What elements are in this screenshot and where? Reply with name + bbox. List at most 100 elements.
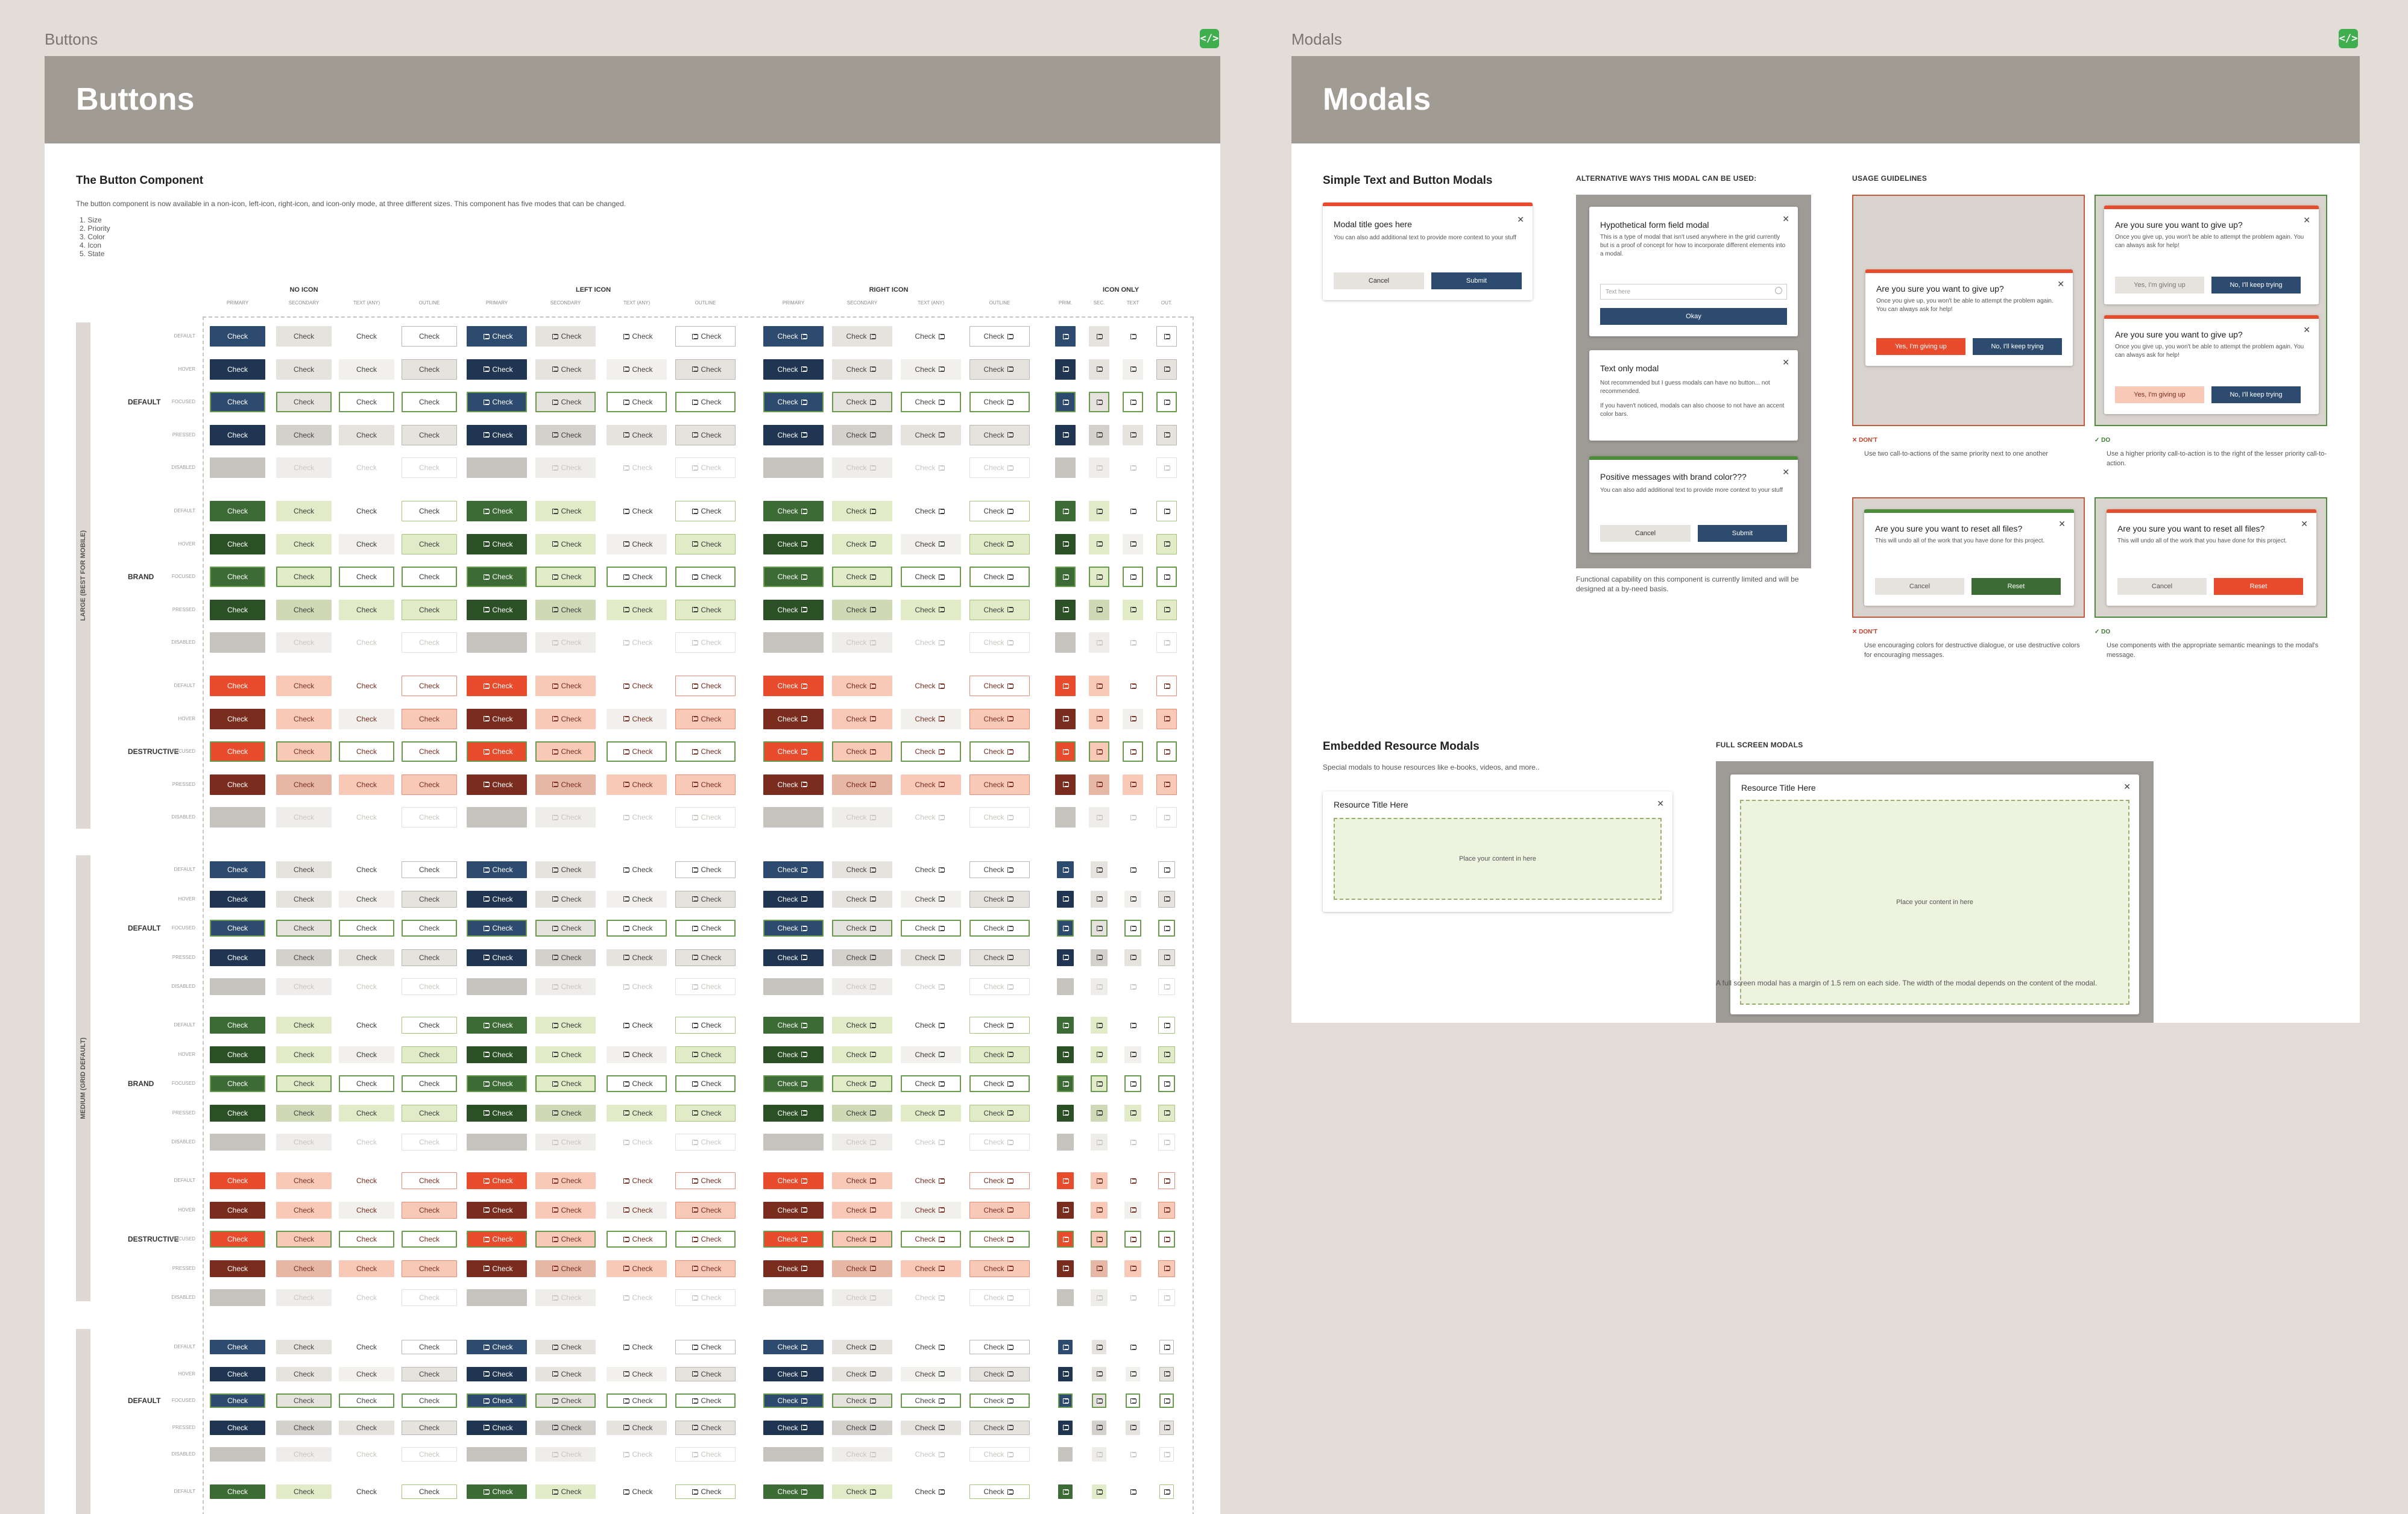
check-text-button[interactable] — [1126, 1447, 1140, 1462]
check-outline-button[interactable]: Check — [402, 978, 457, 995]
check-primary-button[interactable] — [1055, 599, 1076, 620]
check-secondary-button[interactable]: Check — [832, 1420, 892, 1435]
check-text-button[interactable]: Check — [901, 1366, 961, 1381]
check-outline-button[interactable]: Check — [969, 1017, 1030, 1034]
check-primary-button[interactable] — [1057, 1201, 1074, 1219]
close-icon[interactable]: ✕ — [1657, 799, 1664, 809]
check-outline-button[interactable]: Check — [675, 1420, 736, 1435]
check-outline-button[interactable]: Check — [402, 920, 457, 937]
check-outline-button[interactable]: Check — [969, 1134, 1030, 1151]
check-primary-button[interactable] — [1055, 567, 1076, 587]
check-primary-button[interactable]: Check — [210, 599, 265, 620]
check-secondary-button[interactable]: Check — [276, 1134, 332, 1151]
check-outline-button[interactable]: Check — [675, 1172, 736, 1189]
check-outline-button[interactable]: Check — [969, 501, 1030, 521]
check-outline-button[interactable] — [1159, 1484, 1174, 1499]
check-text-button[interactable]: Check — [607, 457, 667, 478]
check-text-button[interactable] — [1124, 978, 1141, 995]
check-primary-button[interactable]: Check — [210, 708, 265, 729]
okay-button[interactable]: Okay — [1600, 308, 1787, 325]
check-secondary-button[interactable]: Check — [832, 326, 892, 347]
close-icon[interactable]: ✕ — [2303, 325, 2310, 335]
check-primary-button[interactable]: Check — [210, 359, 265, 380]
close-icon[interactable]: ✕ — [1782, 467, 1789, 477]
check-secondary-button[interactable]: Check — [832, 949, 892, 966]
check-outline-button[interactable]: Check — [969, 533, 1030, 554]
check-primary-button[interactable]: Check — [467, 1447, 527, 1462]
check-secondary-button[interactable]: Check — [276, 457, 332, 478]
check-primary-button[interactable]: Check — [763, 501, 824, 521]
check-outline-button[interactable]: Check — [675, 920, 736, 937]
check-outline-button[interactable]: Check — [402, 1017, 457, 1034]
check-outline-button[interactable] — [1158, 949, 1175, 966]
check-outline-button[interactable]: Check — [675, 326, 736, 347]
check-text-button[interactable] — [1123, 567, 1143, 587]
check-secondary-button[interactable]: Check — [535, 1075, 596, 1092]
close-icon[interactable]: ✕ — [1782, 357, 1789, 368]
check-secondary-button[interactable]: Check — [276, 326, 332, 347]
check-secondary-button[interactable] — [1092, 1447, 1106, 1462]
check-outline-button[interactable]: Check — [969, 1484, 1030, 1499]
check-outline-button[interactable]: Check — [969, 1393, 1030, 1408]
check-text-button[interactable]: Check — [607, 676, 667, 696]
cancel-button[interactable]: Cancel — [1875, 578, 1964, 595]
check-outline-button[interactable]: Check — [675, 1340, 736, 1354]
check-outline-button[interactable] — [1156, 326, 1177, 347]
check-secondary-button[interactable] — [1089, 359, 1109, 380]
check-secondary-button[interactable]: Check — [832, 774, 892, 795]
check-primary-button[interactable]: Check — [210, 424, 265, 445]
eye-icon[interactable] — [1775, 287, 1782, 294]
check-text-button[interactable]: Check — [901, 1289, 961, 1306]
check-primary-button[interactable] — [1055, 326, 1076, 347]
check-text-button[interactable]: Check — [901, 890, 961, 908]
check-secondary-button[interactable]: Check — [276, 1046, 332, 1063]
check-text-button[interactable] — [1123, 599, 1143, 620]
check-text-button[interactable]: Check — [339, 533, 394, 554]
check-outline-button[interactable]: Check — [675, 1484, 736, 1499]
check-outline-button[interactable] — [1158, 861, 1175, 878]
check-text-button[interactable]: Check — [339, 599, 394, 620]
check-text-button[interactable]: Check — [901, 392, 961, 412]
check-text-button[interactable]: Check — [339, 920, 394, 937]
check-secondary-button[interactable]: Check — [535, 676, 596, 696]
check-text-button[interactable]: Check — [339, 1075, 394, 1092]
check-outline-button[interactable] — [1156, 807, 1177, 828]
check-outline-button[interactable]: Check — [969, 424, 1030, 445]
check-text-button[interactable]: Check — [901, 774, 961, 795]
check-outline-button[interactable]: Check — [969, 1231, 1030, 1248]
check-primary-button[interactable]: Check — [763, 533, 824, 554]
check-text-button[interactable]: Check — [339, 807, 394, 828]
check-secondary-button[interactable]: Check — [276, 676, 332, 696]
check-text-button[interactable] — [1123, 741, 1143, 762]
check-text-button[interactable]: Check — [901, 424, 961, 445]
check-secondary-button[interactable]: Check — [832, 533, 892, 554]
check-secondary-button[interactable]: Check — [535, 1231, 596, 1248]
check-primary-button[interactable]: Check — [763, 807, 824, 828]
check-secondary-button[interactable]: Check — [535, 392, 596, 412]
check-outline-button[interactable]: Check — [402, 1289, 457, 1306]
check-outline-button[interactable]: Check — [969, 741, 1030, 762]
check-outline-button[interactable]: Check — [402, 1075, 457, 1092]
check-secondary-button[interactable] — [1092, 1420, 1106, 1435]
check-secondary-button[interactable] — [1091, 861, 1108, 878]
check-primary-button[interactable] — [1055, 359, 1076, 380]
check-text-button[interactable]: Check — [607, 1017, 667, 1034]
check-secondary-button[interactable]: Check — [535, 920, 596, 937]
check-secondary-button[interactable]: Check — [276, 1075, 332, 1092]
check-text-button[interactable] — [1126, 1340, 1140, 1354]
check-outline-button[interactable]: Check — [675, 708, 736, 729]
check-secondary-button[interactable] — [1089, 774, 1109, 795]
check-outline-button[interactable]: Check — [402, 457, 457, 478]
check-outline-button[interactable] — [1158, 1172, 1175, 1189]
check-outline-button[interactable] — [1156, 424, 1177, 445]
check-outline-button[interactable]: Check — [402, 1201, 457, 1219]
check-primary-button[interactable]: Check — [467, 424, 527, 445]
code-icon[interactable]: </> — [2339, 29, 2358, 48]
check-primary-button[interactable]: Check — [467, 326, 527, 347]
check-secondary-button[interactable]: Check — [832, 599, 892, 620]
check-primary-button[interactable]: Check — [763, 1017, 824, 1034]
check-secondary-button[interactable]: Check — [276, 1104, 332, 1122]
check-primary-button[interactable]: Check — [467, 1260, 527, 1277]
check-text-button[interactable] — [1124, 890, 1141, 908]
check-primary-button[interactable]: Check — [210, 1340, 265, 1354]
